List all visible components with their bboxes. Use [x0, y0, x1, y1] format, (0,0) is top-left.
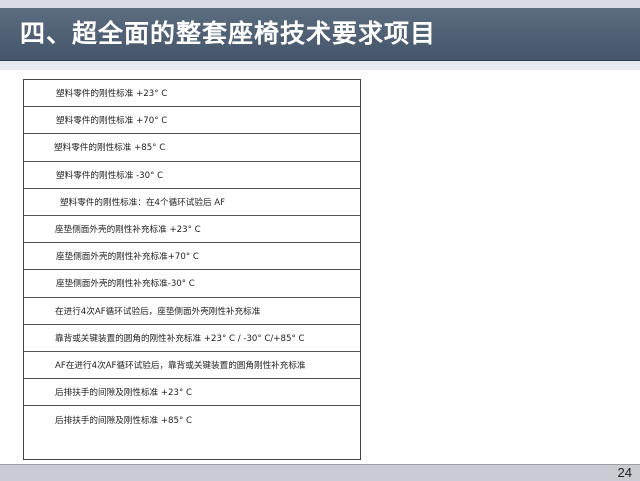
requirement-text: 塑料零件的刚性标准 +70° C: [56, 116, 168, 127]
requirement-text: 塑料零件的刚性标准 +85° C: [54, 143, 166, 154]
requirement-text: 塑料零件的刚性标准：在4个循环试验后 AF: [60, 197, 226, 208]
requirement-text: 后排扶手的间隙及刚性标准 +85° C: [55, 415, 193, 426]
requirement-text: 塑料零件的刚性标准 +23° C: [56, 89, 168, 100]
table-row: 塑料零件的刚性标准 +23° C: [24, 80, 360, 108]
table-row: 后排扶手的间隙及刚性标准 +85° C: [24, 406, 360, 433]
requirement-text: 塑料零件的刚性标准 -30° C: [56, 170, 164, 181]
table-row: AF在进行4次AF循环试验后，靠背或关键装置的圆角刚性补充标准: [24, 352, 360, 380]
requirement-text: 后排扶手的间隙及刚性标准 +23° C: [55, 388, 193, 399]
requirement-text: AF在进行4次AF循环试验后，靠背或关键装置的圆角刚性补充标准: [55, 360, 306, 371]
requirement-text: 座垫侧面外壳的刚性补充标准 +23° C: [55, 225, 201, 236]
table-row: 后排扶手的间隙及刚性标准 +23° C: [24, 379, 360, 407]
table-row: 塑料零件的刚性标准 +70° C: [24, 107, 360, 135]
requirement-text: 座垫侧面外壳的刚性补充标准+70° C: [56, 252, 199, 263]
table-row: 在进行4次AF循环试验后，座垫侧面外壳刚性补充标准: [24, 298, 360, 325]
requirement-text: 靠背或关键装置的圆角的刚性补充标准 +23° C / -30° C/+85° C: [55, 333, 305, 344]
table-row: 座垫侧面外壳的刚性补充标准+70° C: [24, 243, 360, 271]
table-row: 塑料零件的刚性标准 -30° C: [24, 162, 360, 189]
requirement-text: 在进行4次AF循环试验后，座垫侧面外壳刚性补充标准: [55, 306, 261, 317]
footer-bar: 24: [0, 464, 640, 481]
requirements-table: 塑料零件的刚性标准 +23° C 塑料零件的刚性标准 +70° C 塑料零件的刚…: [23, 79, 361, 460]
table-row: 塑料零件的刚性标准 +85° C: [24, 134, 360, 162]
table-row: 座垫侧面外壳的刚性补充标准 +23° C: [24, 216, 360, 244]
requirement-text: 座垫侧面外壳的刚性补充标准-30° C: [56, 279, 195, 290]
table-row: 塑料零件的刚性标准：在4个循环试验后 AF: [24, 189, 360, 216]
slide-title: 四、超全面的整套座椅技术要求项目: [20, 19, 437, 48]
table-row: 座垫侧面外壳的刚性补充标准-30° C: [24, 270, 360, 298]
title-bar: 四、超全面的整套座椅技术要求项目: [0, 8, 640, 61]
top-strip: [0, 0, 640, 8]
page-number: 24: [617, 465, 632, 480]
table-row: 靠背或关键装置的圆角的刚性补充标准 +23° C / -30° C/+85° C: [24, 325, 360, 352]
title-divider: [0, 61, 640, 70]
